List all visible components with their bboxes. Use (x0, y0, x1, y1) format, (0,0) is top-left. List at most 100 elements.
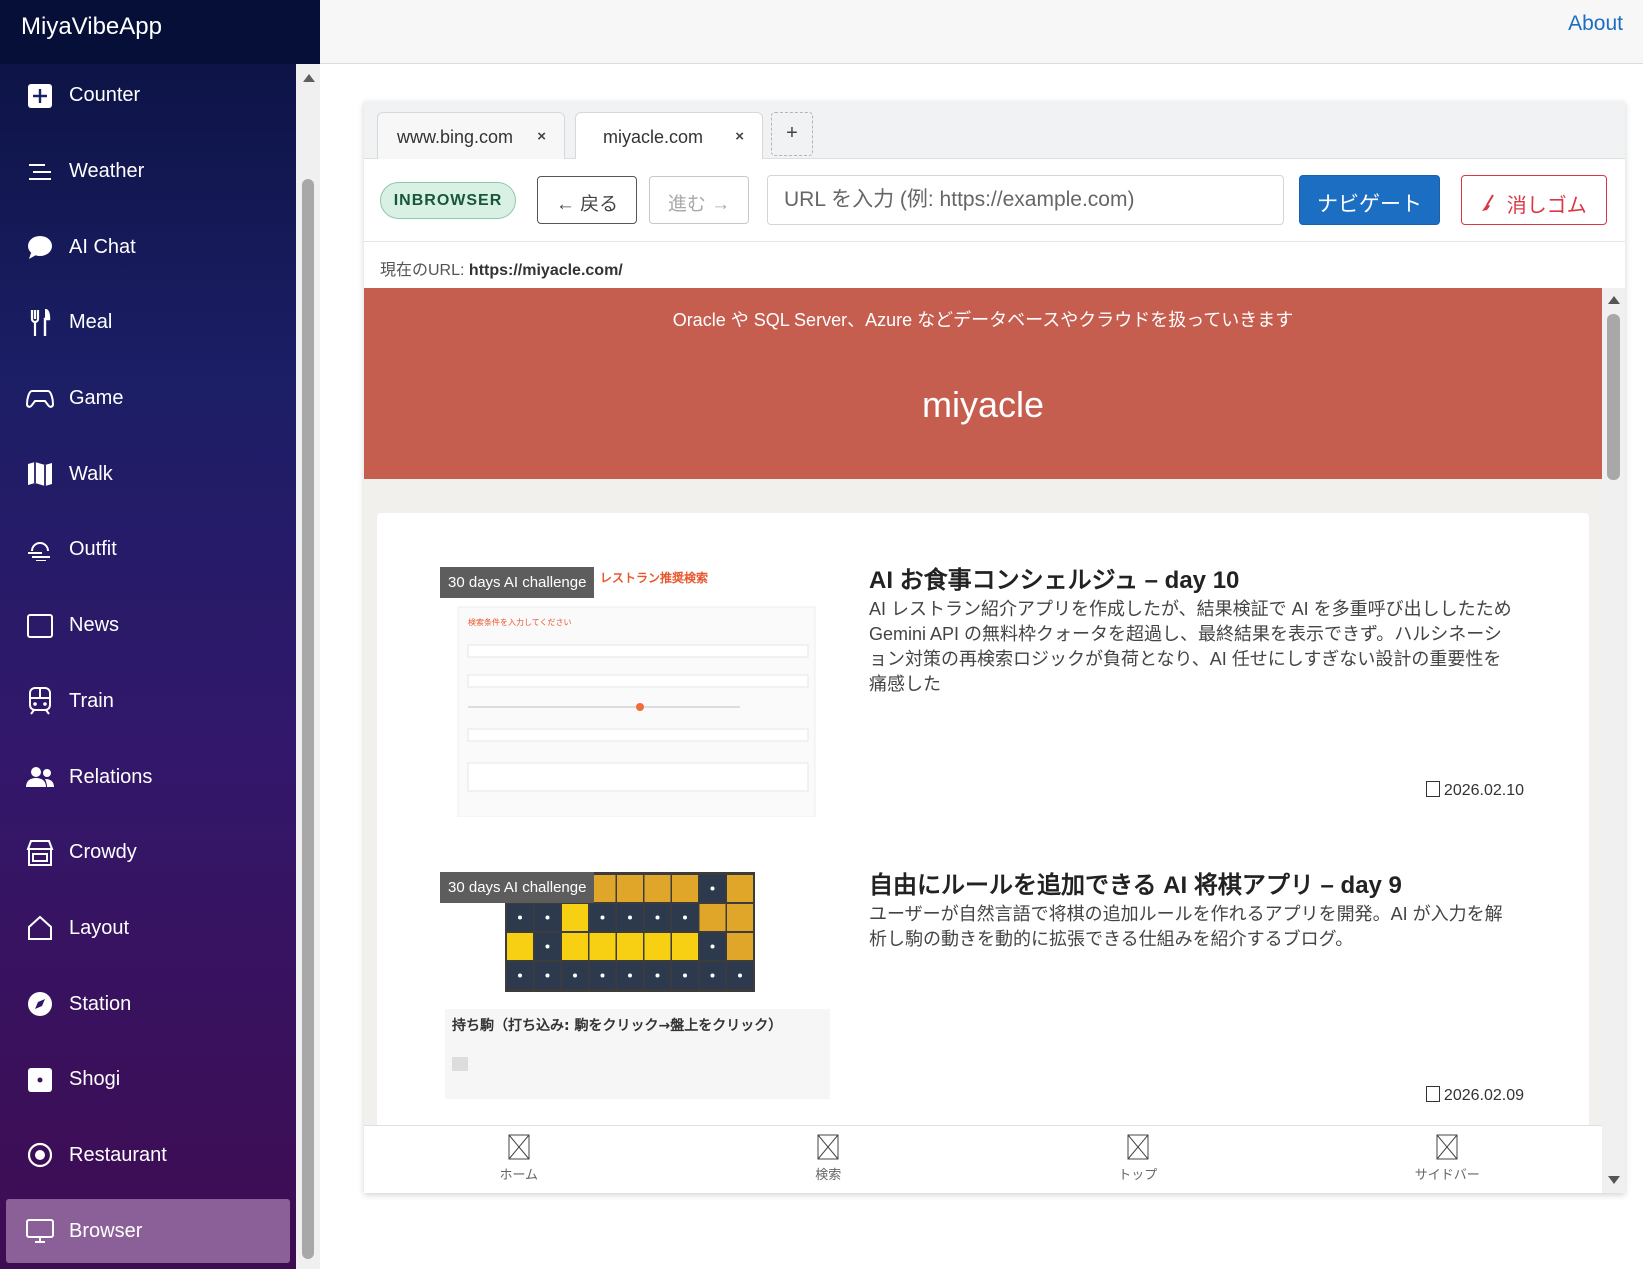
board-cell (589, 933, 616, 960)
sidebar-item-label: Restaurant (69, 1143, 167, 1166)
post-date: 2026.02.09 (1425, 1086, 1524, 1105)
bottom-nav-sidebar[interactable]: サイドバー (1293, 1126, 1603, 1193)
board-cell (562, 904, 588, 931)
board-cell (672, 875, 698, 902)
scroll-up-arrow-icon[interactable] (303, 74, 315, 82)
bottom-nav-label: トップ (1118, 1167, 1158, 1182)
sidebar-item-train[interactable]: Train (0, 664, 296, 740)
post-title[interactable]: 自由にルールを追加できる AI 将棋アプリ – day 9 (869, 865, 1402, 900)
sidebar-item-outfit[interactable]: Outfit (0, 512, 296, 588)
site-bottom-nav: ホーム 検索 トップ サイドバー (364, 1125, 1602, 1193)
tab-bing[interactable]: www.bing.com × (377, 112, 565, 159)
bottom-nav-label: サイドバー (1414, 1167, 1480, 1182)
post-date-text: 2026.02.09 (1443, 1087, 1524, 1104)
board-cell (644, 933, 671, 960)
close-icon[interactable]: × (537, 128, 546, 145)
url-input[interactable] (767, 175, 1284, 225)
tab-miyacle[interactable]: miyacle.com × (575, 112, 763, 159)
sidebar-icon (1436, 1134, 1458, 1160)
sidebar-item-weather[interactable]: Weather (0, 134, 296, 210)
list-icon (26, 158, 54, 186)
forward-button[interactable]: 進む → (649, 176, 749, 224)
current-url-value: https://miyacle.com/ (468, 262, 623, 279)
current-url-label: 現在のURL: (380, 262, 465, 279)
sidebar-item-station[interactable]: Station (0, 966, 296, 1042)
sidebar-item-relations[interactable]: Relations (0, 739, 296, 815)
dish-icon (26, 1141, 54, 1169)
board-cell (562, 933, 588, 960)
shogi-piece (655, 915, 660, 920)
restaurant-app-screenshot: レストラン推奨検索 検索条件を入力してください (440, 567, 835, 817)
board-cell (507, 933, 533, 960)
post-list: レストラン推奨検索 検索条件を入力してください 30 days AI chall… (377, 513, 1589, 1133)
sidebar-item-walk[interactable]: Walk (0, 436, 296, 512)
sidebar-item-news[interactable]: News (0, 588, 296, 664)
plus-square-icon (26, 82, 54, 110)
sidebar-item-browser[interactable]: Browser (6, 1199, 290, 1264)
board-cell (672, 933, 698, 960)
board-cell (727, 875, 753, 902)
bottom-nav-home[interactable]: ホーム (364, 1126, 674, 1193)
svg-text:持ち駒（打ち込み: 駒をクリック→盤上をクリック）: 持ち駒（打ち込み: 駒をクリック→盤上をクリック） (452, 1017, 782, 1034)
page-scrollbar[interactable] (1602, 288, 1625, 1193)
site-title[interactable]: miyacle (364, 384, 1602, 426)
broom-icon (1481, 194, 1495, 218)
sidebar-item-label: Layout (69, 916, 130, 939)
sidebar-item-label: Train (69, 689, 114, 712)
tab-label: miyacle.com (603, 127, 704, 147)
calendar-icon (1425, 781, 1440, 797)
scroll-up-arrow-icon[interactable] (1608, 296, 1620, 304)
eraser-button[interactable]: 消しゴム (1461, 175, 1607, 225)
bottom-nav-label: ホーム (499, 1167, 539, 1182)
sidebar-item-layout[interactable]: Layout (0, 891, 296, 967)
search-icon (817, 1134, 839, 1160)
back-button[interactable]: ← 戻る (537, 176, 637, 224)
sidebar-item-label: Station (69, 992, 132, 1015)
board-cell (644, 875, 671, 902)
bottom-nav-label: 検索 (815, 1167, 842, 1182)
sidebar-item-ai-chat[interactable]: AI Chat (0, 209, 296, 285)
shogi-piece (518, 915, 522, 920)
sidebar-scrollbar[interactable] (296, 64, 320, 1269)
scroll-down-arrow-icon[interactable] (1608, 1176, 1620, 1184)
shogi-piece (710, 973, 715, 978)
sidebar-item-restaurant[interactable]: Restaurant (0, 1118, 296, 1194)
top-bar: About (320, 0, 1643, 64)
window-icon (26, 612, 54, 640)
add-tab-button[interactable]: + (771, 112, 813, 156)
square-dot-icon (26, 1066, 54, 1094)
sidebar-item-label: Game (69, 387, 124, 410)
post-card[interactable]: レストラン推奨検索 検索条件を入力してください 30 days AI chall… (377, 513, 1589, 817)
post-thumbnail[interactable]: 持ち駒（打ち込み: 駒をクリック→盤上をクリック） (440, 872, 835, 1122)
sidebar-item-shogi[interactable]: Shogi (0, 1042, 296, 1118)
shogi-piece (738, 973, 742, 978)
shogi-piece (683, 915, 687, 920)
scrollbar-thumb[interactable] (302, 179, 314, 1259)
app-title[interactable]: MiyaVibeApp (0, 0, 320, 64)
board-cell (617, 875, 643, 902)
post-title[interactable]: AI お食事コンシェルジュ – day 10 (869, 560, 1239, 595)
navigate-button[interactable]: ナビゲート (1299, 175, 1440, 225)
sidebar-item-counter[interactable]: Counter (0, 58, 296, 134)
sidebar-item-label: Shogi (69, 1068, 121, 1091)
about-link[interactable]: About (1568, 12, 1623, 36)
arrow-up-icon (1127, 1134, 1149, 1160)
post-thumbnail[interactable]: レストラン推奨検索 検索条件を入力してください (440, 567, 835, 817)
bottom-nav-search[interactable]: 検索 (674, 1126, 984, 1193)
svg-text:検索条件を入力してください: 検索条件を入力してください (468, 617, 572, 627)
post-date-text: 2026.02.10 (1443, 782, 1524, 799)
sidebar-item-label: Browser (69, 1219, 143, 1242)
bottom-nav-top[interactable]: トップ (983, 1126, 1293, 1193)
sidebar-item-crowdy[interactable]: Crowdy (0, 815, 296, 891)
board-cell (617, 933, 643, 960)
board-cell (727, 904, 753, 931)
eraser-label: 消しゴム (1506, 195, 1587, 217)
embedded-page[interactable]: Oracle や SQL Server、Azure などデータベースやクラウドを… (364, 288, 1625, 1193)
compass-icon (26, 990, 54, 1018)
close-icon[interactable]: × (735, 128, 744, 145)
scrollbar-thumb[interactable] (1607, 314, 1620, 480)
map-icon (26, 460, 54, 488)
sidebar-item-game[interactable]: Game (0, 361, 296, 437)
post-card[interactable]: 持ち駒（打ち込み: 駒をクリック→盤上をクリック） 30 days AI cha… (377, 818, 1589, 1122)
sidebar-item-meal[interactable]: Meal (0, 285, 296, 361)
